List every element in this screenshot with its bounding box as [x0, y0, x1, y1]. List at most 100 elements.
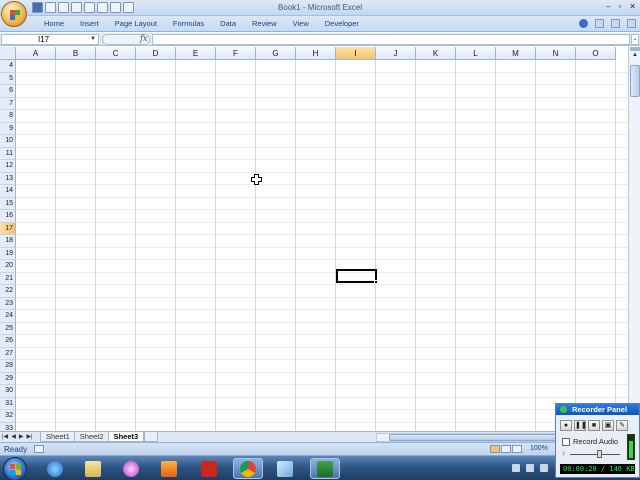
- file-explorer-icon[interactable]: [78, 458, 108, 479]
- row-header[interactable]: 25: [0, 322, 16, 335]
- column-header[interactable]: J: [376, 47, 416, 60]
- row-header[interactable]: 19: [0, 247, 16, 260]
- media-center-icon[interactable]: [116, 458, 146, 479]
- office-button[interactable]: [1, 1, 27, 27]
- column-header[interactable]: E: [176, 47, 216, 60]
- row-header[interactable]: 10: [0, 135, 16, 148]
- cf-app-icon[interactable]: [194, 458, 224, 479]
- workbook-minimize-icon[interactable]: [595, 19, 604, 28]
- row-header[interactable]: 14: [0, 185, 16, 198]
- column-header[interactable]: N: [536, 47, 576, 60]
- column-header[interactable]: G: [256, 47, 296, 60]
- row-header[interactable]: 8: [0, 110, 16, 123]
- camera-icon[interactable]: ▣: [602, 420, 614, 431]
- workbook-restore-icon[interactable]: [611, 19, 620, 28]
- first-sheet-icon[interactable]: |◀: [2, 433, 8, 440]
- record-button[interactable]: ●: [560, 420, 572, 431]
- tab-formulas[interactable]: Formulas: [165, 19, 212, 29]
- row-header[interactable]: 30: [0, 385, 16, 398]
- sheet-tab-sheet2[interactable]: Sheet2: [73, 432, 110, 442]
- insert-function-icon[interactable]: fx: [140, 34, 147, 43]
- name-box[interactable]: I17 ▼: [1, 34, 99, 45]
- row-header[interactable]: 17: [0, 222, 16, 235]
- volume-knob[interactable]: [597, 450, 602, 458]
- row-header[interactable]: 20: [0, 260, 16, 273]
- row-header[interactable]: 15: [0, 197, 16, 210]
- column-header[interactable]: D: [136, 47, 176, 60]
- start-button[interactable]: [3, 457, 27, 480]
- page-break-view-icon[interactable]: [512, 445, 522, 453]
- column-header[interactable]: A: [16, 47, 56, 60]
- chevron-down-icon[interactable]: ▼: [90, 35, 96, 44]
- workbook-close-icon[interactable]: [627, 19, 636, 28]
- notepad-app-icon[interactable]: [270, 458, 300, 479]
- row-header[interactable]: 28: [0, 360, 16, 373]
- zoom-level[interactable]: 100%: [530, 445, 548, 452]
- select-all-button[interactable]: [0, 47, 16, 60]
- tab-home[interactable]: Home: [36, 19, 72, 29]
- row-header[interactable]: 5: [0, 72, 16, 85]
- row-header[interactable]: 18: [0, 235, 16, 248]
- cell-area[interactable]: [16, 60, 628, 431]
- row-header[interactable]: 21: [0, 272, 16, 285]
- chrome-icon[interactable]: [233, 458, 263, 479]
- scroll-up-icon[interactable]: ▲: [630, 52, 640, 62]
- pause-button[interactable]: ❚❚: [574, 420, 587, 431]
- sheet-tab-sheet1[interactable]: Sheet1: [40, 432, 76, 442]
- row-header[interactable]: 11: [0, 147, 16, 160]
- column-header[interactable]: C: [96, 47, 136, 60]
- record-audio-checkbox[interactable]: [562, 437, 570, 446]
- volume-slider[interactable]: ♪: [562, 450, 620, 458]
- next-sheet-icon[interactable]: ▶: [19, 433, 24, 440]
- formula-input[interactable]: [152, 34, 630, 45]
- stop-button[interactable]: ■: [588, 420, 600, 431]
- row-header[interactable]: 12: [0, 160, 16, 173]
- restore-icon[interactable]: ▫: [618, 2, 621, 11]
- prev-sheet-icon[interactable]: ◀: [11, 433, 16, 440]
- row-header[interactable]: 24: [0, 310, 16, 323]
- sheet-tab-sheet3[interactable]: Sheet3: [107, 432, 145, 442]
- page-layout-view-icon[interactable]: [501, 445, 511, 453]
- column-header[interactable]: L: [456, 47, 496, 60]
- column-header[interactable]: F: [216, 47, 256, 60]
- fill-handle[interactable]: [374, 280, 378, 284]
- column-header[interactable]: I: [336, 47, 376, 60]
- row-header[interactable]: 4: [0, 60, 16, 73]
- close-icon[interactable]: ✕: [629, 2, 636, 11]
- excel-taskbar-icon[interactable]: [310, 458, 340, 479]
- normal-view-icon[interactable]: [490, 445, 500, 453]
- column-header[interactable]: B: [56, 47, 96, 60]
- row-header[interactable]: 29: [0, 372, 16, 385]
- macro-record-icon[interactable]: [34, 445, 44, 453]
- vertical-scroll-thumb[interactable]: [630, 65, 640, 97]
- row-header[interactable]: 27: [0, 347, 16, 360]
- tab-view[interactable]: View: [285, 19, 317, 29]
- row-header[interactable]: 32: [0, 410, 16, 423]
- record-audio-toggle[interactable]: Record Audio: [562, 437, 618, 446]
- vertical-scrollbar[interactable]: ▲ ▼: [628, 47, 640, 431]
- row-header[interactable]: 23: [0, 297, 16, 310]
- tab-review[interactable]: Review: [244, 19, 285, 29]
- row-header[interactable]: 33: [0, 422, 16, 431]
- column-header[interactable]: H: [296, 47, 336, 60]
- row-header[interactable]: 7: [0, 97, 16, 110]
- row-header[interactable]: 6: [0, 85, 16, 98]
- active-cell-selection[interactable]: [336, 269, 377, 283]
- tray-network-icon[interactable]: [540, 464, 548, 472]
- column-header[interactable]: M: [496, 47, 536, 60]
- tray-flag-icon[interactable]: [526, 464, 534, 472]
- internet-explorer-icon[interactable]: [40, 458, 70, 479]
- media-player-icon[interactable]: [154, 458, 184, 479]
- row-header[interactable]: 13: [0, 172, 16, 185]
- tab-insert[interactable]: Insert: [72, 19, 107, 29]
- row-header[interactable]: 22: [0, 285, 16, 298]
- tab-developer[interactable]: Developer: [317, 19, 367, 29]
- split-handle[interactable]: [630, 47, 640, 51]
- recorder-title-bar[interactable]: Recorder Panel: [556, 404, 639, 415]
- row-header[interactable]: 31: [0, 397, 16, 410]
- tab-page-layout[interactable]: Page Layout: [107, 19, 165, 29]
- expand-formula-bar-icon[interactable]: ⌄: [631, 34, 639, 45]
- column-header[interactable]: O: [576, 47, 616, 60]
- insert-sheet-icon[interactable]: [144, 432, 159, 442]
- column-header[interactable]: K: [416, 47, 456, 60]
